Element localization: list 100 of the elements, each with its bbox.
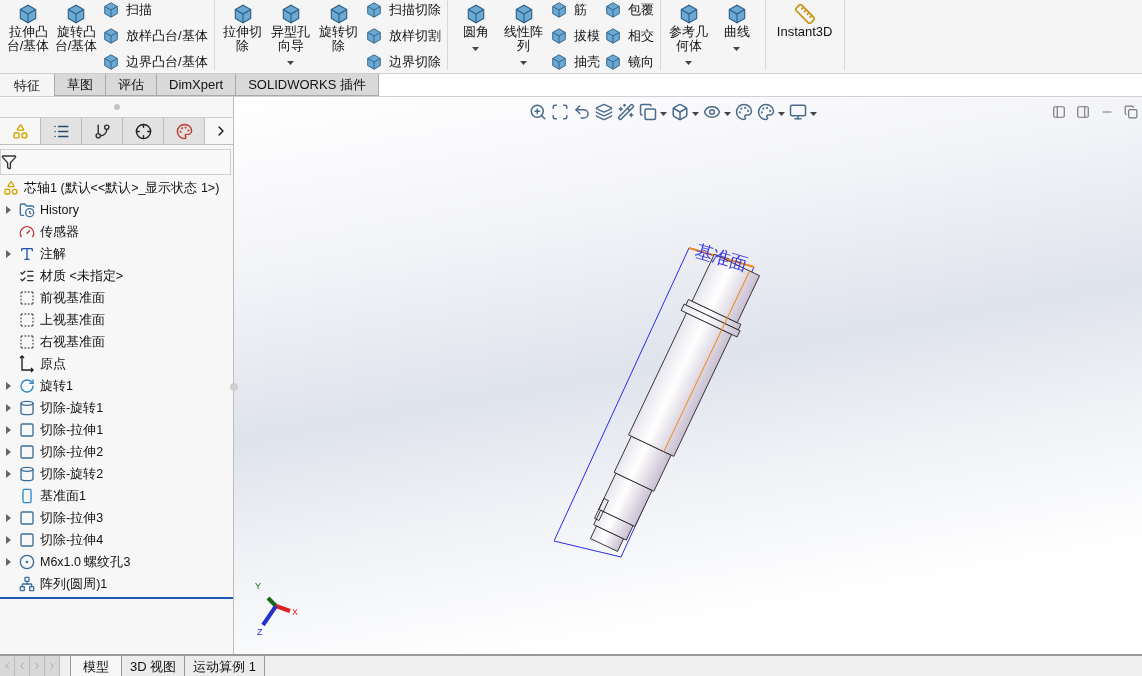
toolbar-button[interactable]: 边界凸台/基体 xyxy=(102,52,208,72)
tree-item[interactable]: 基准面1 xyxy=(40,487,86,505)
expand-arrow-icon[interactable] xyxy=(5,448,11,456)
cube-icon xyxy=(102,27,120,45)
expand-arrow-icon[interactable] xyxy=(5,558,11,566)
tree-item[interactable]: 注解 xyxy=(40,245,66,263)
toolbar-button[interactable]: 异型孔向导 xyxy=(268,0,313,65)
tab[interactable]: SOLIDWORKS 插件 xyxy=(236,74,379,96)
cube-icon xyxy=(603,1,622,19)
toolbar-button[interactable]: 线性阵列 xyxy=(501,0,546,65)
toolbar-button[interactable]: 拉伸切除 xyxy=(220,0,265,53)
eye-icon[interactable] xyxy=(703,103,721,121)
toolbar-button[interactable]: Instant3D xyxy=(771,0,838,39)
tree-item[interactable]: 芯轴1 (默认<<默认>_显示状态 1>) xyxy=(24,179,220,197)
toolbar-button[interactable]: 包覆 xyxy=(603,0,654,20)
tree-item[interactable]: 切除-拉伸4 xyxy=(40,531,104,549)
panel-left-icon[interactable] xyxy=(1052,105,1066,119)
tree-item[interactable]: 右视基准面 xyxy=(40,333,105,351)
expand-arrow-icon[interactable] xyxy=(5,426,11,434)
tree-item[interactable]: 原点 xyxy=(40,355,66,373)
revolve-icon xyxy=(19,378,35,394)
zoom-area-icon[interactable] xyxy=(551,103,569,121)
toolbar-button[interactable]: 放样切割 xyxy=(364,26,441,46)
cylinder-icon xyxy=(19,466,35,482)
tree-item[interactable]: 上视基准面 xyxy=(40,311,105,329)
toolbar-button[interactable]: 拔模 xyxy=(549,26,600,46)
toolbar-button[interactable]: 旋转凸台/基体 xyxy=(54,0,98,53)
shapes-icon xyxy=(3,180,19,196)
tree-item[interactable]: 切除-拉伸3 xyxy=(40,509,104,527)
pattern-icon xyxy=(19,576,35,592)
tab[interactable]: 草图 xyxy=(55,74,106,96)
toolbar-button[interactable]: 抽壳 xyxy=(549,52,600,72)
toolbar-button[interactable]: 放样凸台/基体 xyxy=(102,26,208,46)
cube-icon xyxy=(364,1,383,19)
palette-icon[interactable] xyxy=(735,103,753,121)
undo-icon[interactable] xyxy=(573,103,591,121)
panel-tab[interactable] xyxy=(82,118,123,144)
panel-tab[interactable] xyxy=(41,118,82,144)
toolbar-button[interactable]: 圆角 xyxy=(453,0,498,51)
splitter-handle[interactable] xyxy=(230,383,238,391)
chevron-right-icon xyxy=(32,661,42,671)
tree-item[interactable]: 材质 <未指定> xyxy=(40,267,124,285)
tree-item[interactable]: 切除-旋转1 xyxy=(40,399,104,417)
tab[interactable]: 运动算例 1 xyxy=(185,656,266,676)
palette-icon[interactable] xyxy=(757,103,775,121)
filter-field[interactable] xyxy=(0,149,231,175)
toolbar-button[interactable]: 镜向 xyxy=(603,52,654,72)
cube-icon xyxy=(17,3,39,25)
toolbar-button[interactable]: 扫描 xyxy=(102,0,208,20)
palette-icon xyxy=(175,122,193,140)
branch-icon xyxy=(93,122,111,140)
toolbar-button[interactable]: 旋转切除 xyxy=(316,0,361,53)
restore-icon[interactable] xyxy=(1124,105,1138,119)
tree-item[interactable]: History xyxy=(40,203,79,217)
expand-arrow-icon[interactable] xyxy=(5,470,11,478)
expand-arrow-icon[interactable] xyxy=(5,404,11,412)
caret-icon xyxy=(660,112,667,116)
expand-arrow-icon[interactable] xyxy=(5,536,11,544)
tree-item[interactable]: 前视基准面 xyxy=(40,289,105,307)
cube-icon[interactable] xyxy=(671,103,689,121)
expand-arrow-icon[interactable] xyxy=(5,250,11,258)
tree-item[interactable]: 旋转1 xyxy=(40,377,73,395)
cube-icon xyxy=(364,27,383,45)
square-icon xyxy=(19,510,35,526)
origin-icon xyxy=(19,355,35,373)
zoom-icon[interactable] xyxy=(529,103,547,121)
panel-tab[interactable] xyxy=(123,118,164,144)
last-icon xyxy=(47,661,57,671)
tree-item[interactable]: 阵列(圆周)1 xyxy=(40,575,108,593)
toolbar-button[interactable]: 参考几何体 xyxy=(666,0,711,65)
filter-icon xyxy=(1,154,17,170)
tree-item[interactable]: 切除-旋转2 xyxy=(40,465,104,483)
panel-right-icon[interactable] xyxy=(1076,105,1090,119)
tab[interactable]: 3D 视图 xyxy=(122,656,186,676)
tab[interactable]: 评估 xyxy=(106,74,157,96)
cube-icon xyxy=(102,53,120,71)
toolbar-button[interactable]: 筋 xyxy=(549,0,600,20)
expand-arrow-icon[interactable] xyxy=(5,382,11,390)
plane-label: 基准面 xyxy=(689,236,775,284)
toolbar-button[interactable]: 拉伸凸台/基体 xyxy=(6,0,50,53)
tree-item[interactable]: M6x1.0 螺纹孔3 xyxy=(40,553,131,571)
tree-item[interactable]: 传感器 xyxy=(40,223,79,241)
drag-handle[interactable] xyxy=(113,104,120,110)
square-icon xyxy=(19,532,35,548)
wand-icon[interactable] xyxy=(617,103,635,121)
tab[interactable]: DimXpert xyxy=(157,74,237,96)
tab[interactable]: 模型 xyxy=(70,656,122,676)
toolbar-button[interactable]: 曲线 xyxy=(714,0,759,51)
caret-icon xyxy=(692,112,699,116)
toolbar-button[interactable]: 相交 xyxy=(603,26,654,46)
monitor-icon[interactable] xyxy=(789,103,807,121)
expand-arrow-icon[interactable] xyxy=(5,514,11,522)
cube-icon xyxy=(65,3,87,25)
ruler-icon xyxy=(793,3,816,25)
tab[interactable]: 特征 xyxy=(0,74,55,96)
tree-item[interactable]: 切除-拉伸1 xyxy=(40,421,104,439)
toolbar-button[interactable]: 扫描切除 xyxy=(364,0,441,20)
tree-item[interactable]: 切除-拉伸2 xyxy=(40,443,104,461)
toolbar-button[interactable]: 边界切除 xyxy=(364,52,441,72)
expand-arrow-icon[interactable] xyxy=(5,206,11,214)
